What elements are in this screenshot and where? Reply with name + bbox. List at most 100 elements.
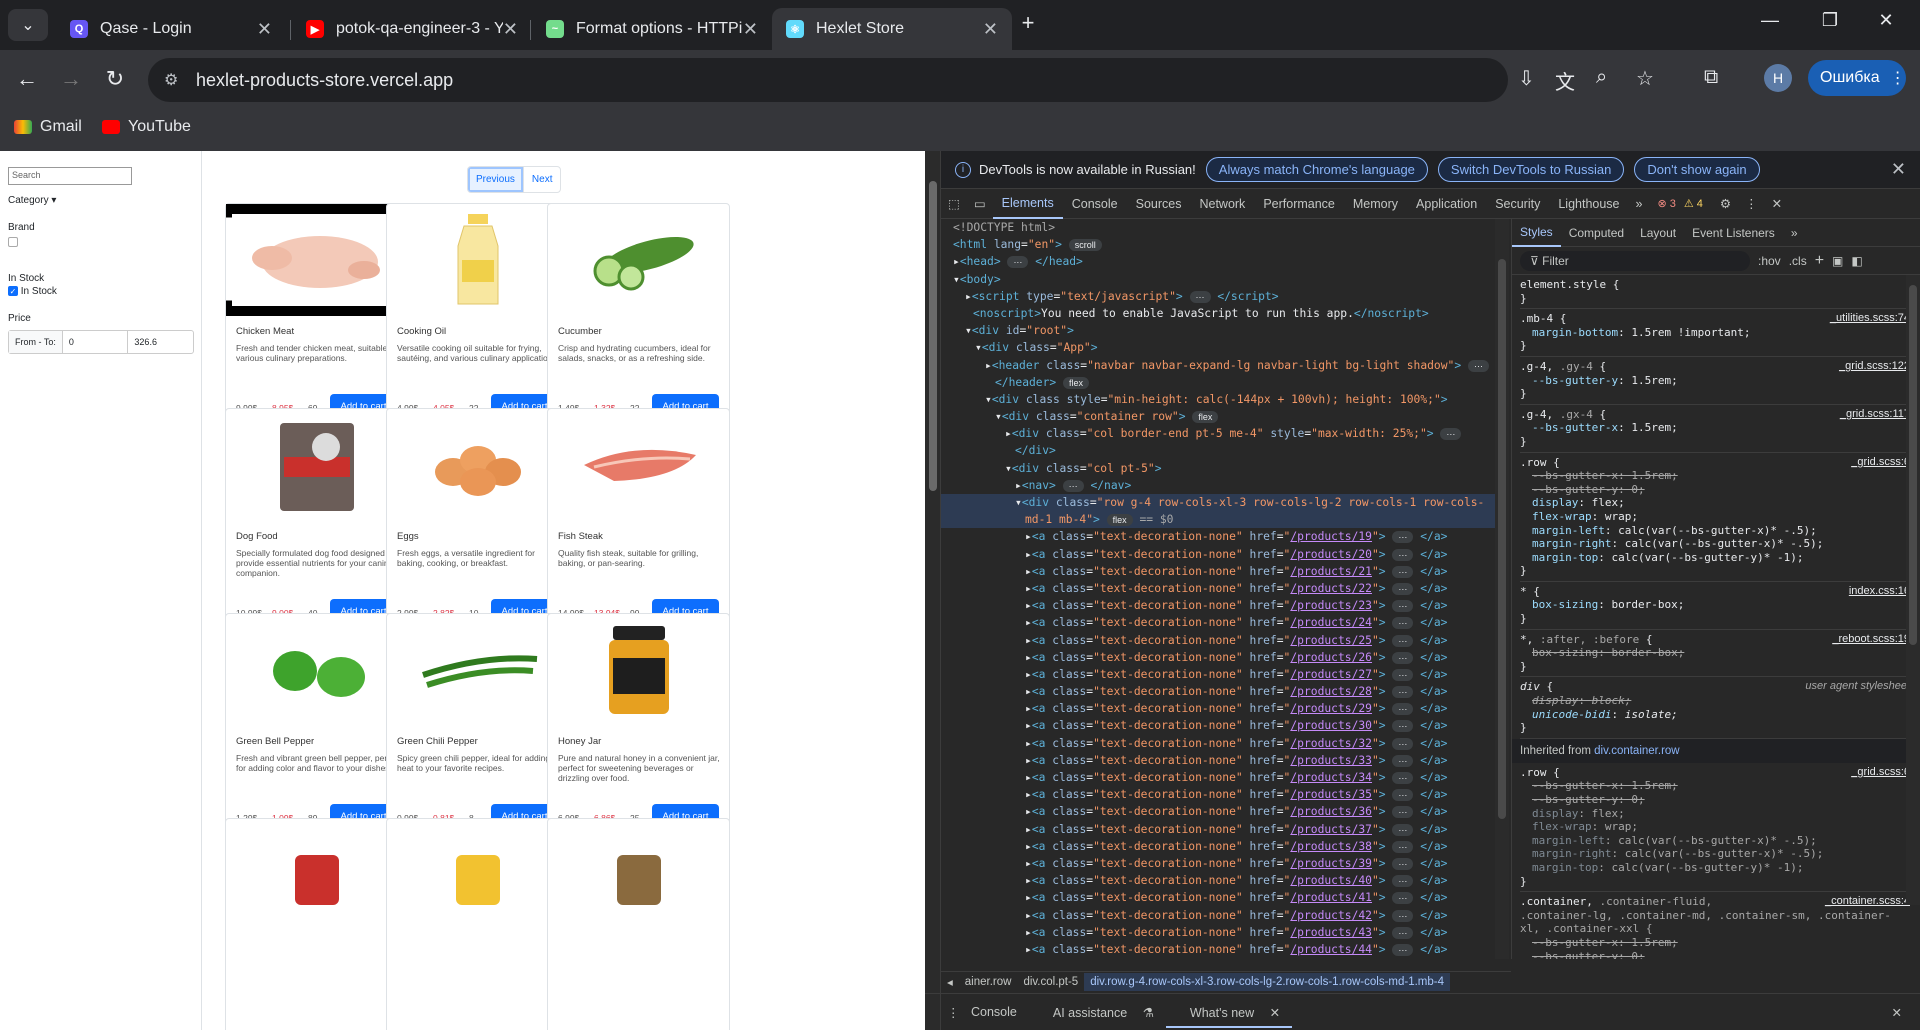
paint-icon[interactable]: ▣ (1832, 254, 1843, 268)
in-stock-option[interactable]: ✓ In Stock (8, 286, 193, 297)
product-link[interactable]: /products/25 (1290, 634, 1372, 647)
devtools-tab-security[interactable]: Security (1486, 189, 1549, 219)
product-card[interactable]: Cooking Oil Versatile cooking oil suitab… (386, 203, 569, 428)
devtools-tab-application[interactable]: Application (1407, 189, 1486, 219)
product-link[interactable]: /products/37 (1290, 823, 1372, 836)
product-card[interactable]: Eggs Fresh eggs, a versatile ingredient … (386, 408, 569, 633)
hov-toggle[interactable]: :hov (1758, 254, 1781, 268)
dom-node[interactable]: ▸<script type="text/javascript"> ··· </s… (941, 288, 1495, 305)
product-link[interactable]: /products/43 (1290, 926, 1372, 939)
dom-node[interactable]: ▸<a class="text-decoration-none" href="/… (941, 803, 1495, 820)
devtools-tab-network[interactable]: Network (1190, 189, 1254, 219)
product-card[interactable]: Fish Steak Quality fish steak, suitable … (547, 408, 730, 633)
dom-node[interactable]: </header> flex (941, 374, 1495, 391)
source-link[interactable]: _grid.scss:6 (1851, 766, 1910, 780)
dom-node[interactable]: ▸<nav> ··· </nav> (941, 477, 1495, 494)
source-link[interactable]: index.css:16 (1849, 585, 1910, 599)
next-button[interactable]: Next (524, 167, 561, 192)
style-rule[interactable]: * {index.css:16 box-sizing: border-box;} (1520, 582, 1912, 630)
translate-icon[interactable]: 文 (1555, 66, 1575, 95)
dom-node[interactable]: ▸<a class="text-decoration-none" href="/… (941, 683, 1495, 700)
filter-input[interactable]: ⊽ Filter (1520, 250, 1750, 271)
dom-node[interactable]: ▸<a class="text-decoration-none" href="/… (941, 632, 1495, 649)
dom-node[interactable]: ▸<a class="text-decoration-none" href="/… (941, 838, 1495, 855)
back-icon[interactable]: ← (12, 66, 42, 92)
close-icon[interactable]: ✕ (257, 19, 272, 40)
minimize-icon[interactable]: — (1750, 10, 1790, 31)
dom-node[interactable]: ▸<a class="text-decoration-none" href="/… (941, 735, 1495, 752)
settings-icon[interactable]: ⚙ (1713, 196, 1738, 211)
style-rule[interactable]: *, :after, :before {_reboot.scss:19 box-… (1520, 630, 1912, 678)
source-link[interactable]: _utilities.scss:74 (1830, 312, 1910, 326)
product-card[interactable]: Green Chili Pepper Spicy green chili pep… (386, 613, 569, 838)
bookmark-star-icon[interactable]: ☆ (1636, 66, 1654, 91)
sidebar-toggle-icon[interactable]: ◧ (1851, 254, 1862, 268)
dom-node[interactable]: <noscript>You need to enable JavaScript … (941, 305, 1495, 322)
dom-node[interactable]: ▾<div id="root"> (941, 322, 1495, 339)
product-card[interactable]: Green Bell Pepper Fresh and vibrant gree… (225, 613, 408, 838)
dom-node[interactable]: ▸<a class="text-decoration-none" href="/… (941, 563, 1495, 580)
dom-node[interactable]: ▸<a class="text-decoration-none" href="/… (941, 717, 1495, 734)
inherited-from[interactable]: Inherited from div.container.row (1512, 738, 1920, 763)
more-tabs-icon[interactable]: » (1783, 219, 1806, 247)
new-tab-button[interactable]: + (1008, 10, 1048, 36)
style-rule[interactable]: .g-4, .gy-4 {_grid.scss:122 --bs-gutter-… (1520, 357, 1912, 405)
product-link[interactable]: /products/33 (1290, 754, 1372, 767)
dom-node[interactable]: ▸<a class="text-decoration-none" href="/… (941, 889, 1495, 906)
zoom-icon[interactable]: ⌕ (1596, 66, 1607, 89)
dom-node[interactable]: ▸<a class="text-decoration-none" href="/… (941, 769, 1495, 786)
style-rule[interactable]: .row {_grid.scss:6 --bs-gutter-x: 1.5rem… (1520, 763, 1912, 893)
product-link[interactable]: /products/21 (1290, 565, 1372, 578)
dom-node[interactable]: ▸<a class="text-decoration-none" href="/… (941, 907, 1495, 924)
reload-icon[interactable]: ↻ (100, 66, 130, 92)
devtools-tab-memory[interactable]: Memory (1344, 189, 1407, 219)
product-card[interactable]: Cucumber Crisp and hydrating cucumbers, … (547, 203, 730, 428)
style-rule[interactable]: .g-4, .gx-4 {_grid.scss:117 --bs-gutter-… (1520, 405, 1912, 453)
dom-node[interactable]: ▾<div class="col pt-5"> (941, 460, 1495, 477)
extensions-icon[interactable]: ⧉ (1704, 66, 1718, 89)
product-card[interactable] (225, 818, 408, 1030)
product-link[interactable]: /products/22 (1290, 582, 1372, 595)
search-input[interactable]: Search (8, 167, 132, 185)
styles-tab-styles[interactable]: Styles (1512, 219, 1561, 247)
dom-node[interactable]: ▸<a class="text-decoration-none" href="/… (941, 666, 1495, 683)
breadcrumb-item[interactable]: div.col.pt-5 (1017, 976, 1084, 988)
dom-node[interactable]: ▸<a class="text-decoration-none" href="/… (941, 546, 1495, 563)
product-link[interactable]: /products/36 (1290, 805, 1372, 818)
styles-tab-event-listeners[interactable]: Event Listeners (1684, 219, 1783, 247)
product-link[interactable]: /products/19 (1290, 530, 1372, 543)
breadcrumb-item[interactable]: ainer.row (959, 976, 1018, 988)
match-language-button[interactable]: Always match Chrome's language (1205, 157, 1428, 182)
dom-node[interactable]: ▸<a class="text-decoration-none" href="/… (941, 597, 1495, 614)
switch-russian-button[interactable]: Switch DevTools to Russian (1437, 157, 1625, 182)
install-icon[interactable]: ⇩ (1518, 66, 1535, 91)
product-link[interactable]: /products/44 (1290, 943, 1372, 956)
product-link[interactable]: /products/41 (1290, 891, 1372, 904)
tab-youtube[interactable]: ▶ potok-qa-engineer-3 - YouTube ✕ (292, 8, 532, 50)
dom-node[interactable]: ▸<a class="text-decoration-none" href="/… (941, 614, 1495, 631)
more-vert-icon[interactable]: ⋮ (1738, 196, 1765, 211)
product-link[interactable]: /products/40 (1290, 874, 1372, 887)
dom-node[interactable]: ▸<header class="navbar navbar-expand-lg … (941, 357, 1495, 374)
dom-node[interactable]: md-1 mb-4"> flex == $0 (941, 511, 1495, 529)
cls-toggle[interactable]: .cls (1789, 254, 1807, 268)
product-card[interactable]: Dog Food Specially formulated dog food d… (225, 408, 408, 633)
category-dropdown[interactable]: Category ▾ (8, 195, 193, 206)
source-link[interactable]: _grid.scss:117 (1840, 408, 1910, 422)
in-stock-checkbox[interactable]: ✓ (8, 286, 18, 297)
product-link[interactable]: /products/42 (1290, 909, 1372, 922)
breadcrumb-item[interactable]: div.row.g-4.row-cols-xl-3.row-cols-lg-2.… (1084, 972, 1451, 991)
error-button[interactable]: Ошибка ⋮ (1808, 60, 1906, 96)
dom-node[interactable]: </div> (941, 442, 1495, 459)
dom-node[interactable]: ▸<a class="text-decoration-none" href="/… (941, 786, 1495, 803)
close-icon[interactable]: ✕ (983, 19, 998, 40)
source-link[interactable]: _grid.scss:122 (1839, 360, 1910, 374)
source-link[interactable]: _reboot.scss:19 (1832, 633, 1910, 647)
dom-node[interactable]: ▸<a class="text-decoration-none" href="/… (941, 855, 1495, 872)
styles-tab-computed[interactable]: Computed (1561, 219, 1632, 247)
maximize-icon[interactable]: ❐ (1810, 10, 1850, 31)
price-from-input[interactable]: 0 (63, 331, 129, 353)
style-rule[interactable]: .row {_grid.scss:6 --bs-gutter-x: 1.5rem… (1520, 453, 1912, 582)
dom-node[interactable]: <html lang="en"> scroll (941, 236, 1495, 253)
drawer-tab-whats-new[interactable]: What's new ✕ (1165, 997, 1293, 1028)
